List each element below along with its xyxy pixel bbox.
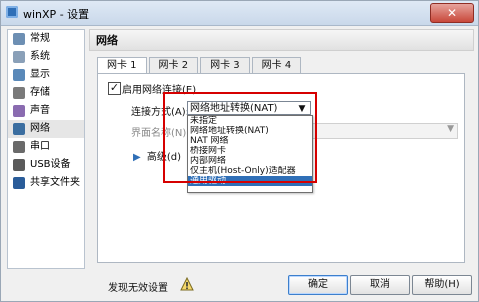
ok-button[interactable]: 确定 [288, 275, 348, 295]
connection-type-label: 连接方式(A): [131, 107, 190, 118]
chevron-down-icon: ▼ [298, 104, 306, 114]
invalid-settings-label: 发现无效设置 [108, 283, 168, 294]
settings-content: 网络 网卡 1 网卡 2 网卡 3 网卡 4 ✓ 启用网络连接(E) 连接方式(A):… [89, 29, 474, 267]
dialog-button-bar: 发现无效设置 确定 取消 帮助(H) [7, 269, 474, 299]
sidebar-item-network[interactable]: 网络 [8, 120, 84, 138]
adapter-tabs: 网卡 1 网卡 2 网卡 3 网卡 4 [97, 57, 303, 75]
dropdown-option-unassigned[interactable]: 未指定 [188, 116, 312, 126]
invalid-settings-icon [180, 277, 194, 291]
dropdown-option-nat-network[interactable]: NAT 网络 [188, 136, 312, 146]
dropdown-option-bridged[interactable]: 桥接网卡 [188, 146, 312, 156]
enable-network-label: 启用网络连接(E) [122, 85, 197, 96]
close-icon: ✕ [446, 6, 458, 20]
tab-adapter-4[interactable]: 网卡 4 [251, 57, 302, 74]
sidebar-item-label: 共享文件夹 [30, 177, 80, 188]
general-icon [13, 33, 25, 45]
sidebar-item-shared-folders[interactable]: 共享文件夹 [8, 174, 84, 192]
connection-type-dropdown: 未指定 网络地址转换(NAT) NAT 网络 桥接网卡 内部网络 仅主机(Hos… [187, 115, 313, 193]
sidebar-item-storage[interactable]: 存储 [8, 84, 84, 102]
system-icon [13, 51, 25, 63]
sidebar-item-label: 串口 [30, 141, 50, 152]
sound-icon [13, 105, 25, 117]
title-bar: winXP - 设置 ✕ [1, 1, 478, 26]
sidebar-item-serial-port[interactable]: 串口 [8, 138, 84, 156]
sidebar-item-label: 常规 [30, 33, 50, 44]
dropdown-option-host-only[interactable]: 仅主机(Host-Only)适配器 [188, 166, 312, 176]
shared-folder-icon [13, 177, 25, 189]
display-icon [13, 69, 25, 81]
dropdown-option-internal[interactable]: 内部网络 [188, 156, 312, 166]
settings-window: winXP - 设置 ✕ 常规 系统 显示 存储 声音 网络 串口 USB设备 … [0, 0, 479, 302]
serial-port-icon [13, 141, 25, 153]
network-icon [13, 123, 25, 135]
sidebar-item-label: 网络 [30, 123, 50, 134]
cancel-button[interactable]: 取消 [350, 275, 410, 295]
advanced-expander[interactable]: ▶ 高级(d) [133, 148, 181, 163]
interface-name-label: 界面名称(N): [131, 128, 190, 139]
sidebar-item-label: 系统 [30, 51, 50, 62]
sidebar-item-system[interactable]: 系统 [8, 48, 84, 66]
dropdown-option-generic-driver[interactable]: 通用驱动 [188, 176, 312, 186]
usb-icon [13, 159, 25, 171]
sidebar-item-display[interactable]: 显示 [8, 66, 84, 84]
tab-adapter-2[interactable]: 网卡 2 [148, 57, 199, 74]
sidebar-item-label: 存储 [30, 87, 50, 98]
help-button[interactable]: 帮助(H) [412, 275, 472, 295]
page-title: 网络 [89, 29, 474, 51]
sidebar-item-general[interactable]: 常规 [8, 30, 84, 48]
connection-type-value: 网络地址转换(NAT) [190, 103, 278, 114]
tab-adapter-3[interactable]: 网卡 3 [200, 57, 250, 74]
sidebar-item-sound[interactable]: 声音 [8, 102, 84, 120]
settings-sidebar: 常规 系统 显示 存储 声音 网络 串口 USB设备 共享文件夹 [7, 29, 85, 269]
chevron-down-icon: ▼ [447, 124, 454, 134]
sidebar-item-usb[interactable]: USB设备 [8, 156, 84, 174]
storage-icon [13, 87, 25, 99]
sidebar-item-label: 显示 [30, 69, 50, 80]
expand-triangle-icon: ▶ [133, 152, 141, 163]
window-title: winXP - 设置 [23, 8, 90, 21]
advanced-label: 高级(d) [146, 152, 182, 163]
connection-type-select[interactable]: 网络地址转换(NAT) ▼ [187, 101, 311, 115]
enable-network-checkbox[interactable]: ✓ [108, 82, 121, 95]
sidebar-item-label: 声音 [30, 105, 50, 116]
virtualbox-icon [6, 6, 18, 18]
dropdown-option-nat[interactable]: 网络地址转换(NAT) [188, 126, 312, 136]
close-button[interactable]: ✕ [430, 3, 474, 23]
sidebar-item-label: USB设备 [30, 159, 71, 170]
adapter-panel: ✓ 启用网络连接(E) 连接方式(A): 网络地址转换(NAT) ▼ 界面名称(… [97, 73, 465, 263]
